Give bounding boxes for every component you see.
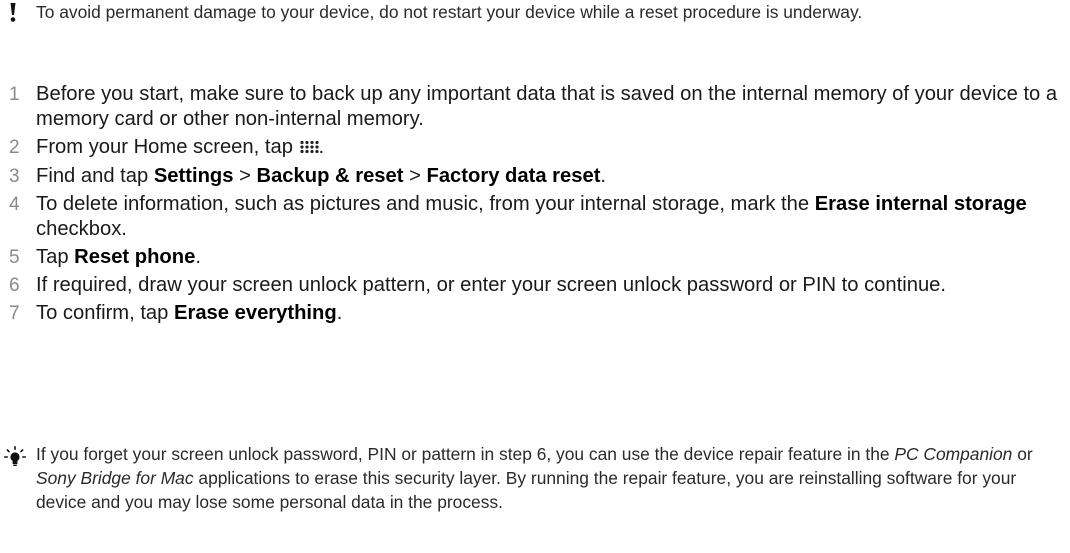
step-text: Before you start, make sure to back up a… xyxy=(36,83,1058,130)
step-item: 6 If required, draw your screen unlock p… xyxy=(0,273,1070,298)
erase-everything-label: Erase everything xyxy=(174,302,337,324)
erase-internal-storage-label: Erase internal storage xyxy=(814,193,1027,215)
step-item: 2 From your Home screen, tap . xyxy=(0,135,1070,161)
sony-bridge-label: Sony Bridge for Mac xyxy=(36,468,194,488)
warning-text: To avoid permanent damage to your device… xyxy=(36,2,863,22)
reset-phone-label: Reset phone xyxy=(74,246,196,268)
step-item: 7 To confirm, tap Erase everything. xyxy=(9,302,343,324)
step-item: 1 Before you start, make sure to back up… xyxy=(0,82,1070,132)
exclamation-icon xyxy=(9,2,17,24)
step-number: 5 xyxy=(9,247,20,268)
step-number: 6 xyxy=(9,275,20,296)
step-number: 4 xyxy=(9,194,20,215)
step-item: 3 Find and tap Settings > Backup & reset… xyxy=(9,165,607,187)
backup-reset-label: Backup & reset xyxy=(256,165,404,187)
step-item: 4 To delete information, such as picture… xyxy=(9,193,1027,240)
tip-text: If you forget your screen unlock passwor… xyxy=(36,444,1033,512)
reset-steps-list: 1 Before you start, make sure to back up… xyxy=(0,82,1070,329)
factory-data-reset-label: Factory data reset xyxy=(426,165,601,187)
step-number: 3 xyxy=(9,166,20,187)
step-number: 2 xyxy=(9,137,20,158)
app-grid-icon xyxy=(299,136,319,161)
settings-label: Settings xyxy=(153,165,234,187)
step-item: 5 Tap Reset phone. xyxy=(9,246,201,268)
step-number: 7 xyxy=(9,303,20,324)
step-number: 1 xyxy=(9,84,20,105)
step-text: If required, draw your screen unlock pat… xyxy=(36,274,947,296)
pc-companion-label: PC Companion xyxy=(894,444,1013,464)
lightbulb-icon xyxy=(4,446,27,468)
